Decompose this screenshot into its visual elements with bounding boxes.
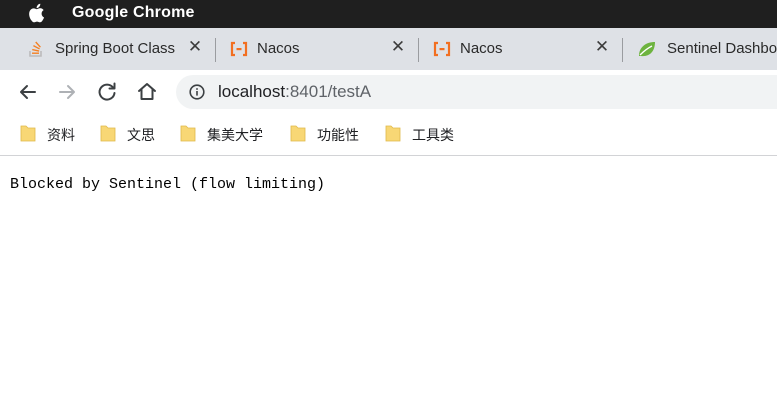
- tab-title: Spring Boot Class: [55, 40, 176, 57]
- tab-strip: Spring Boot Class ✕ Nacos ✕ Nacos ✕ Sent…: [0, 28, 777, 70]
- folder-icon: [100, 125, 116, 142]
- bookmark-label: 资料: [47, 127, 75, 143]
- bookmark-folder-functionality[interactable]: 功能性: [290, 124, 366, 144]
- tab-title: Nacos: [257, 40, 300, 57]
- forward-arrow-icon[interactable]: [53, 78, 81, 106]
- url-path: :8401/testA: [285, 82, 372, 101]
- site-info-icon[interactable]: [189, 84, 205, 100]
- folder-icon: [180, 125, 196, 142]
- tab-nacos-1[interactable]: Nacos ✕: [216, 28, 419, 70]
- bookmark-label: 工具类: [412, 127, 454, 143]
- tab-title: Nacos: [460, 40, 503, 57]
- tab-spring-boot[interactable]: Spring Boot Class ✕: [14, 28, 216, 70]
- bookmark-folder-jimei-university[interactable]: 集美大学: [180, 124, 272, 144]
- nacos-icon: [433, 41, 451, 57]
- sentinel-leaf-icon: [639, 42, 655, 57]
- back-arrow-icon[interactable]: [14, 78, 42, 106]
- blocked-message: Blocked by Sentinel (flow limiting): [10, 176, 326, 193]
- bookmarks-bar: 资料 文思 集美大学 功能性 工具类: [0, 114, 777, 154]
- app-name-menu[interactable]: Google Chrome: [72, 4, 195, 22]
- reload-icon[interactable]: [93, 78, 121, 106]
- tab-close-icon[interactable]: ✕: [186, 38, 204, 56]
- nacos-icon: [230, 41, 248, 57]
- tab-title: Sentinel Dashbo: [667, 40, 777, 57]
- menu-bar: Google Chrome: [0, 0, 777, 28]
- bookmark-folder-tools[interactable]: 工具类: [385, 124, 461, 144]
- tab-close-icon[interactable]: ✕: [389, 38, 407, 56]
- home-icon[interactable]: [133, 78, 161, 106]
- url-text[interactable]: localhost:8401/testA: [218, 82, 371, 102]
- apple-logo-icon[interactable]: [27, 3, 45, 23]
- bookmark-folder-wensi[interactable]: 文思: [100, 124, 160, 144]
- tab-sentinel-dashboard[interactable]: Sentinel Dashbo: [623, 28, 777, 70]
- url-host: localhost: [218, 82, 286, 101]
- bookmark-label: 集美大学: [207, 127, 263, 143]
- browser-toolbar: localhost:8401/testA: [0, 70, 777, 114]
- folder-icon: [290, 125, 306, 142]
- bookmark-folder-ziliao[interactable]: 资料: [20, 124, 80, 144]
- page-content: Blocked by Sentinel (flow limiting): [0, 156, 777, 420]
- address-bar[interactable]: localhost:8401/testA: [176, 75, 777, 109]
- bookmark-label: 功能性: [317, 127, 359, 143]
- tab-nacos-2[interactable]: Nacos ✕: [419, 28, 623, 70]
- tab-close-icon[interactable]: ✕: [593, 38, 611, 56]
- stackoverflow-icon: [29, 41, 42, 57]
- folder-icon: [20, 125, 36, 142]
- folder-icon: [385, 125, 401, 142]
- bookmark-label: 文思: [127, 127, 155, 143]
